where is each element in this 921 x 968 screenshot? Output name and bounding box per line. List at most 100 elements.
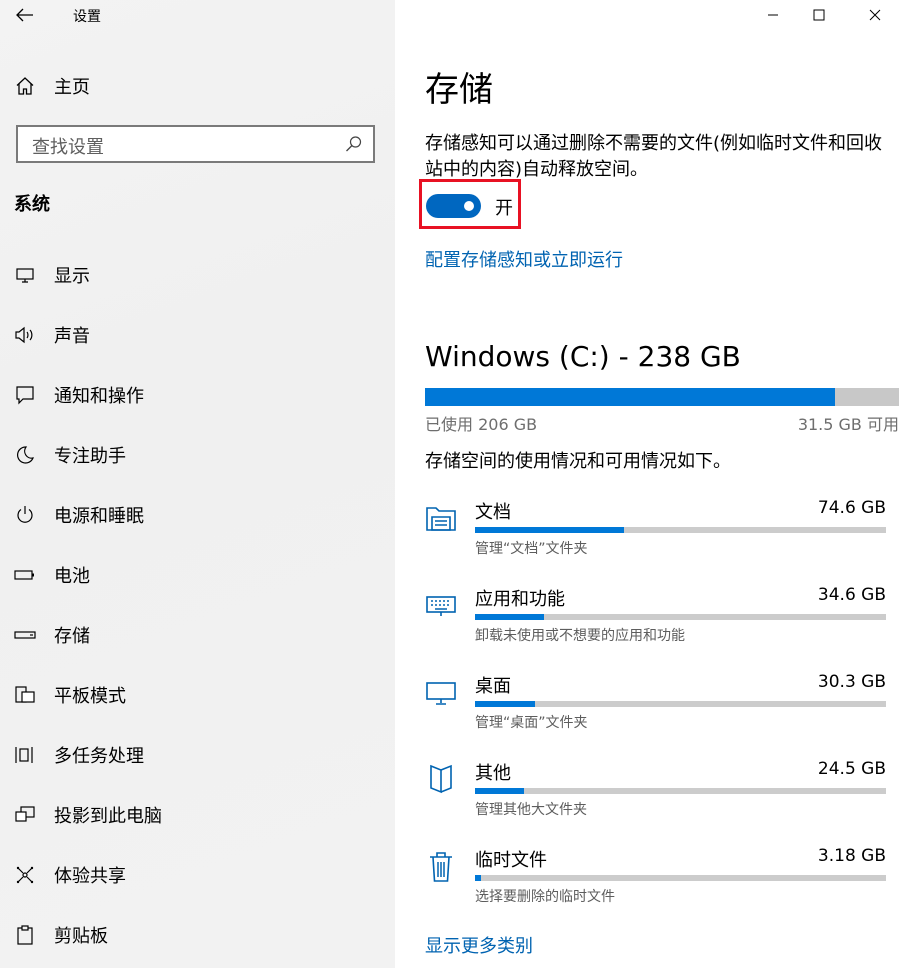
category-name: 应用和功能 (475, 589, 565, 610)
minimize-icon (768, 14, 778, 16)
clipboard-icon (14, 924, 36, 946)
trash-icon (425, 850, 455, 886)
sidebar-item-display[interactable]: 显示 (0, 255, 395, 295)
sidebar-item-label: 平板模式 (54, 686, 126, 707)
app-title: 设置 (73, 9, 101, 25)
arrow-left-icon (16, 8, 33, 22)
sidebar-item-label: 专注助手 (54, 446, 126, 467)
sidebar-item-label: 剪贴板 (54, 926, 108, 947)
battery-icon (14, 564, 36, 586)
category-subtitle: 卸载未使用或不想要的应用和功能 (475, 628, 685, 644)
drive-used-label: 已使用 206 GB (425, 415, 538, 434)
storage-icon (14, 624, 36, 646)
drive-free-label: 31.5 GB 可用 (797, 415, 899, 434)
sidebar-item-sound[interactable]: 声音 (0, 315, 395, 355)
show-more-categories-link[interactable]: 显示更多类别 (425, 932, 533, 958)
category-subtitle: 选择要删除的临时文件 (475, 889, 615, 905)
category-other[interactable]: 其他 24.5 GB 管理其他大文件夹 (425, 759, 895, 821)
sidebar-item-power-sleep[interactable]: 电源和睡眠 (0, 495, 395, 535)
category-bar-fill (475, 527, 624, 533)
configure-storage-sense-link[interactable]: 配置存储感知或立即运行 (425, 246, 623, 272)
monitor-icon (14, 264, 36, 286)
sidebar-item-label: 显示 (54, 266, 90, 287)
sidebar-item-label: 存储 (54, 626, 90, 647)
category-temporary-files[interactable]: 临时文件 3.18 GB 选择要删除的临时文件 (425, 846, 895, 908)
sidebar-item-battery[interactable]: 电池 (0, 555, 395, 595)
sidebar-item-storage[interactable]: 存储 (0, 615, 395, 655)
category-bar-fill (475, 875, 482, 881)
category-name: 桌面 (475, 676, 511, 697)
sidebar-item-label: 电池 (54, 566, 90, 587)
category-bar-fill (475, 701, 536, 707)
search-icon[interactable] (345, 135, 363, 153)
category-bar (475, 701, 886, 707)
category-size: 24.5 GB (817, 759, 886, 779)
category-size: 3.18 GB (817, 846, 886, 866)
storage-sense-description: 存储感知可以通过删除不需要的文件(例如临时文件和回收站中的内容)自动释放空间。 (425, 133, 883, 180)
sidebar-item-project[interactable]: 投影到此电脑 (0, 795, 395, 835)
notification-icon (14, 384, 36, 406)
drive-usage-bar (425, 388, 899, 406)
category-subtitle: 管理“桌面”文件夹 (475, 715, 588, 731)
category-bar (475, 527, 886, 533)
documents-folder-icon (425, 502, 456, 538)
minimize-button[interactable] (750, 0, 796, 30)
category-bar (475, 614, 886, 620)
sidebar-item-label: 主页 (54, 77, 90, 98)
project-icon (14, 804, 36, 826)
sidebar-item-label: 投影到此电脑 (54, 806, 162, 827)
category-bar (475, 788, 886, 794)
tablet-mode-icon (14, 684, 36, 706)
category-size: 34.6 GB (817, 585, 886, 605)
titlebar-left: 设置 (0, 0, 395, 32)
category-name: 临时文件 (475, 850, 547, 871)
sidebar-item-home[interactable]: 主页 (0, 66, 395, 106)
multitasking-icon (14, 744, 36, 766)
apps-keyboard-icon (425, 589, 456, 625)
sidebar: 设置 主页 查找设置 系统 显示 声音 通知和操作 专注助手 电源和睡眠 电池 … (0, 0, 395, 968)
back-button[interactable] (10, 2, 40, 28)
sidebar-item-label: 多任务处理 (54, 746, 144, 767)
category-desktop[interactable]: 桌面 30.3 GB 管理“桌面”文件夹 (425, 672, 895, 734)
moon-icon (14, 444, 36, 466)
category-name: 文档 (475, 502, 511, 523)
sidebar-item-clipboard[interactable]: 剪贴板 (0, 915, 395, 955)
sidebar-item-label: 体验共享 (54, 866, 126, 887)
sidebar-item-label: 声音 (54, 326, 90, 347)
close-icon (869, 9, 881, 21)
drive-title: Windows (C:) - 238 GB (425, 340, 741, 373)
share-icon (14, 864, 36, 886)
power-icon (14, 504, 36, 526)
storage-sense-toggle[interactable] (426, 194, 481, 218)
home-icon (14, 75, 36, 97)
sidebar-item-notifications[interactable]: 通知和操作 (0, 375, 395, 415)
sidebar-item-shared-experiences[interactable]: 体验共享 (0, 855, 395, 895)
page-title: 存储 (425, 70, 493, 110)
sidebar-item-focus-assist[interactable]: 专注助手 (0, 435, 395, 475)
category-name: 其他 (475, 763, 511, 784)
category-size: 30.3 GB (817, 672, 886, 692)
close-button[interactable] (852, 0, 898, 30)
category-bar-fill (475, 788, 524, 794)
search-placeholder: 查找设置 (32, 137, 104, 158)
maximize-button[interactable] (796, 0, 842, 30)
drive-usage-bar-fill (425, 388, 836, 406)
sidebar-item-label: 通知和操作 (54, 386, 144, 407)
category-subtitle: 管理其他大文件夹 (475, 802, 587, 818)
category-bar (475, 875, 886, 881)
main-content: 存储 存储感知可以通过删除不需要的文件(例如临时文件和回收站中的内容)自动释放空… (395, 0, 921, 968)
sidebar-item-label: 电源和睡眠 (54, 506, 144, 527)
category-documents[interactable]: 文档 74.6 GB 管理“文档”文件夹 (425, 498, 895, 560)
usage-description: 存储空间的使用情况和可用情况如下。 (425, 451, 731, 472)
category-apps-features[interactable]: 应用和功能 34.6 GB 卸载未使用或不想要的应用和功能 (425, 585, 895, 647)
section-title: 系统 (14, 194, 50, 215)
sidebar-item-multitasking[interactable]: 多任务处理 (0, 735, 395, 775)
other-files-icon (425, 763, 455, 799)
speaker-icon (14, 324, 36, 346)
sidebar-item-tablet-mode[interactable]: 平板模式 (0, 675, 395, 715)
search-input[interactable]: 查找设置 (16, 125, 375, 163)
category-bar-fill (475, 614, 545, 620)
toggle-state-label: 开 (495, 198, 513, 219)
desktop-monitor-icon (425, 676, 456, 712)
maximize-icon (813, 9, 825, 21)
